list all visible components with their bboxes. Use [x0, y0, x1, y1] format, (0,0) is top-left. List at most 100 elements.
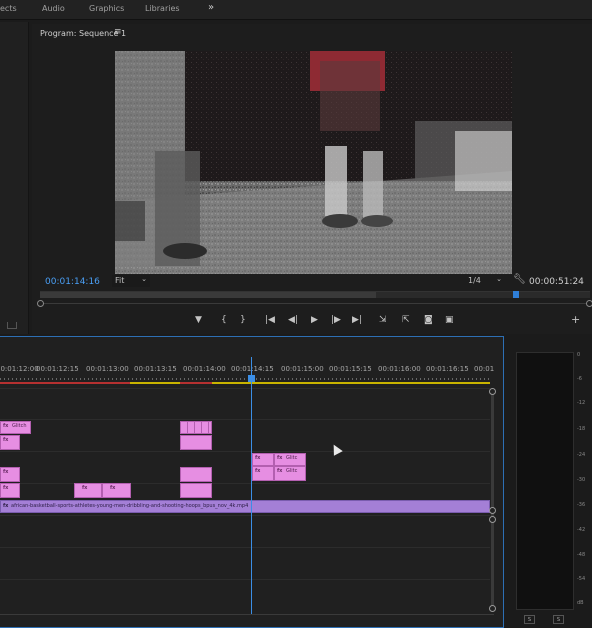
- fx-badge: fx: [3, 485, 9, 491]
- vertical-scrollbar[interactable]: [491, 391, 494, 611]
- timeline-clip[interactable]: [180, 467, 212, 482]
- step-back-button[interactable]: ◀|: [288, 315, 298, 325]
- fx-badge: fx: [110, 485, 116, 491]
- time-ruler[interactable]: 00:01:12:00 00:01:12:15 00:01:13:00 00:0…: [0, 359, 494, 381]
- timeline-clip[interactable]: fx Glitc: [274, 453, 306, 466]
- mouse-cursor-icon: [329, 442, 343, 456]
- render-bar-unrendered: [0, 382, 130, 384]
- mark-in-button[interactable]: {: [221, 315, 227, 325]
- db-label: dB: [577, 600, 584, 606]
- ruler-label: 00:01:14:15: [231, 365, 274, 373]
- ruler-label: 00:01: [474, 365, 495, 373]
- timeline-clip[interactable]: fx Glitc: [274, 466, 306, 481]
- timeline-clip[interactable]: [180, 483, 212, 498]
- db-label: -36: [577, 502, 586, 508]
- button-editor-add[interactable]: +: [571, 313, 580, 326]
- chevron-down-icon: ⌄: [141, 275, 147, 283]
- db-label: -54: [577, 576, 586, 582]
- ruler-label: 00:01:15:00: [281, 365, 324, 373]
- ruler-label: 00:01:16:15: [426, 365, 469, 373]
- tab-effects[interactable]: ects: [0, 4, 17, 13]
- project-panel-edge: [0, 22, 29, 334]
- timeline-playhead[interactable]: [248, 375, 255, 382]
- timeline-clip[interactable]: fx Glitch: [0, 421, 31, 434]
- video-preview: [115, 51, 512, 274]
- render-bar-unrendered: [180, 382, 212, 384]
- comparison-view-button[interactable]: ▣: [445, 315, 454, 325]
- db-label: -30: [577, 477, 586, 483]
- sequence-duration: 00:00:51:24: [529, 277, 584, 287]
- fx-badge: fx: [3, 423, 9, 429]
- go-to-in-button[interactable]: |◀: [265, 315, 275, 325]
- settings-wrench-icon[interactable]: 🔧︎: [513, 274, 526, 285]
- export-frame-button[interactable]: ◙: [424, 315, 433, 325]
- db-label: -12: [577, 400, 586, 406]
- db-label: -48: [577, 552, 586, 558]
- timeline-playhead-line[interactable]: [251, 357, 252, 615]
- monitor-zoom-bar[interactable]: [37, 300, 592, 307]
- timeline-clip[interactable]: fx: [0, 467, 20, 482]
- play-button[interactable]: ▶: [311, 315, 318, 325]
- add-marker-button[interactable]: ▼: [195, 315, 202, 325]
- track-divider: [0, 451, 490, 452]
- scroll-handle-top[interactable]: [489, 388, 496, 395]
- workspace-bar: ects Audio Graphics Libraries »: [0, 0, 592, 20]
- step-forward-button[interactable]: |▶: [331, 315, 341, 325]
- timeline-clip-basketball[interactable]: fx african-basketball-sports-athletes-yo…: [0, 500, 490, 513]
- fx-badge: fx: [82, 485, 88, 491]
- fx-badge: fx: [277, 468, 283, 474]
- scroll-handle[interactable]: [489, 507, 496, 514]
- clip-name: Glitch: [12, 423, 27, 429]
- timeline-clip[interactable]: fx: [102, 483, 131, 498]
- timeline-clip[interactable]: fx: [252, 453, 274, 466]
- insert-button[interactable]: ⇲: [379, 315, 387, 325]
- horizontal-scrollbar[interactable]: [0, 614, 494, 615]
- zoom-handle-left[interactable]: [37, 300, 44, 307]
- track-divider: [0, 388, 490, 389]
- scroll-handle[interactable]: [489, 516, 496, 523]
- ruler-label: 00:01:16:00: [378, 365, 421, 373]
- solo-right-button[interactable]: S: [553, 615, 564, 624]
- panel-menu-icon[interactable]: ≡: [114, 27, 122, 37]
- fx-badge: fx: [277, 455, 283, 461]
- clip-name: Glitc: [286, 468, 298, 474]
- timeline-clip[interactable]: fx: [74, 483, 102, 498]
- more-workspaces-button[interactable]: »: [208, 2, 214, 13]
- solo-left-button[interactable]: S: [524, 615, 535, 624]
- zoom-handle-right[interactable]: [586, 300, 592, 307]
- playback-scrub-bar[interactable]: [40, 291, 590, 298]
- mark-out-button[interactable]: }: [240, 315, 246, 325]
- ruler-label: 00:01:12:15: [36, 365, 79, 373]
- db-label: 0: [577, 352, 581, 358]
- tab-audio[interactable]: Audio: [42, 4, 65, 13]
- timeline-clip[interactable]: [180, 421, 212, 434]
- audio-meter: [516, 352, 574, 610]
- timeline-clip[interactable]: fx: [0, 483, 20, 498]
- resolution-value: 1/4: [468, 276, 481, 285]
- current-timecode[interactable]: 00:01:14:16: [45, 277, 100, 287]
- tab-libraries[interactable]: Libraries: [145, 4, 180, 13]
- meter-scale: 0 -6 -12 -18 -24 -30 -36 -42 -48 -54 dB: [576, 352, 592, 610]
- fit-value: Fit: [115, 276, 125, 285]
- timeline-panel: 00:01:12:00 00:01:12:15 00:01:13:00 00:0…: [0, 336, 504, 628]
- monitor-playhead[interactable]: [513, 291, 519, 298]
- track-divider: [0, 579, 490, 580]
- track-divider: [0, 419, 490, 420]
- overwrite-button[interactable]: ⇱: [402, 315, 410, 325]
- ruler-label: 00:01:15:15: [329, 365, 372, 373]
- zoom-fit-select[interactable]: Fit ⌄: [112, 275, 150, 287]
- folder-icon[interactable]: [7, 322, 17, 329]
- scroll-handle-bottom[interactable]: [489, 605, 496, 612]
- go-to-out-button[interactable]: ▶|: [352, 315, 362, 325]
- timeline-clip[interactable]: fx: [252, 466, 274, 481]
- track-divider: [0, 547, 490, 548]
- fx-badge: fx: [3, 469, 9, 475]
- timeline-clip[interactable]: fx: [0, 435, 20, 450]
- db-label: -24: [577, 452, 586, 458]
- playback-resolution-select[interactable]: 1/4 ⌄: [465, 275, 505, 287]
- tab-graphics[interactable]: Graphics: [89, 4, 124, 13]
- track-divider: [0, 515, 490, 516]
- fx-badge: fx: [255, 455, 261, 461]
- timeline-clip[interactable]: [180, 435, 212, 450]
- fx-badge: fx: [3, 503, 9, 509]
